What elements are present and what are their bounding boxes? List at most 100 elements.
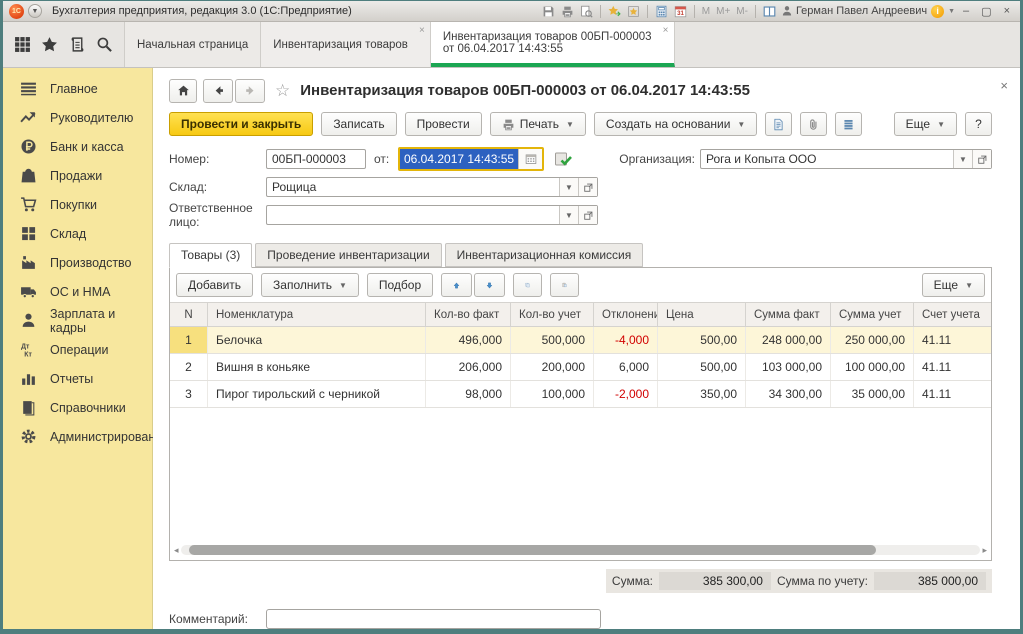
post-and-close-button[interactable]: Провести и закрыть [169,112,313,136]
date-input[interactable]: 06.04.2017 14:43:55 [398,147,544,171]
minimize-button[interactable]: – [959,5,973,17]
cell-price[interactable]: 350,00 [658,381,746,407]
tab-goods[interactable]: Товары (3) [169,243,252,268]
back-button[interactable] [203,79,233,103]
fill-button[interactable]: Заполнить▼ [261,273,359,297]
sidebar-item-production[interactable]: Производство [3,248,152,277]
sidebar-item-os-nma[interactable]: ОС и НМА [3,277,152,306]
chevron-down-icon[interactable]: ▼ [559,206,578,224]
open-link-icon[interactable] [972,150,991,168]
tab-inventory-document[interactable]: Инвентаризация товаров 00БП-000003 от 06… [431,22,675,67]
close-button[interactable]: × [1000,5,1014,17]
cell-qty-accounting[interactable]: 100,000 [511,381,594,407]
warehouse-combo[interactable]: Рощица ▼ [266,177,598,197]
memory-m-plus-button[interactable]: M+ [715,6,731,17]
sidebar-item-salary-hr[interactable]: Зарплата и кадры [3,306,152,335]
cell-sum-accounting[interactable]: 35 000,00 [831,381,914,407]
info-icon[interactable]: i [931,5,944,18]
sidebar-item-main[interactable]: Главное [3,74,152,103]
related-documents-button[interactable] [835,112,862,136]
column-header-price[interactable]: Цена [658,303,746,326]
cell-price[interactable]: 500,00 [658,327,746,353]
pick-button[interactable]: Подбор [367,273,433,297]
help-button[interactable]: ? [965,112,992,136]
history-icon[interactable] [69,36,86,53]
cell-deviation[interactable]: -4,000 [594,327,658,353]
post-button[interactable]: Провести [405,112,482,136]
sidebar-item-sales[interactable]: Продажи [3,161,152,190]
table-more-button[interactable]: Еще▼ [922,273,985,297]
column-header-sum-fact[interactable]: Сумма факт [746,303,831,326]
cell-nomenclature[interactable]: Пирог тирольский с черникой [208,381,426,407]
sidebar-item-directories[interactable]: Справочники [3,393,152,422]
table-row[interactable]: 2 Вишня в коньяке 206,000 200,000 6,000 … [170,354,991,381]
home-button[interactable] [169,79,197,103]
organization-combo[interactable]: Рога и Копыта ООО ▼ [700,149,992,169]
close-tab-icon[interactable]: × [419,25,425,36]
more-button[interactable]: Еще▼ [894,112,957,136]
calculator-icon[interactable] [654,4,669,18]
functions-menu-icon[interactable] [14,36,31,53]
cell-qty-fact[interactable]: 496,000 [426,327,511,353]
inventory-list-button[interactable] [765,112,792,136]
open-link-icon[interactable] [578,206,597,224]
scroll-left-icon[interactable]: ◂ [174,545,179,555]
form-close-icon[interactable]: × [1000,78,1008,93]
forward-button[interactable] [235,79,265,103]
write-button[interactable]: Записать [321,112,396,136]
cell-sum-accounting[interactable]: 100 000,00 [831,354,914,380]
scroll-right-icon[interactable]: ▸ [982,545,987,555]
column-header-deviation[interactable]: Отклонение [594,303,658,326]
sidebar-item-purchases[interactable]: Покупки [3,190,152,219]
add-row-button[interactable]: Добавить [176,273,253,297]
cell-account[interactable]: 41.11 [914,327,991,353]
cell-qty-fact[interactable]: 206,000 [426,354,511,380]
column-header-nomenclature[interactable]: Номенклатура [208,303,426,326]
tab-inventory-list[interactable]: Инвентаризация товаров × [261,22,431,67]
sidebar-item-administration[interactable]: Администрирование [3,422,152,451]
cell-deviation[interactable]: 6,000 [594,354,658,380]
paste-button[interactable] [550,273,579,297]
favorite-star-icon[interactable]: ☆ [275,81,290,101]
maximize-button[interactable]: ▢ [977,5,995,18]
cell-nomenclature[interactable]: Вишня в коньяке [208,354,426,380]
cell-sum-fact[interactable]: 103 000,00 [746,354,831,380]
favorites-go-icon[interactable] [607,4,622,18]
cell-sum-fact[interactable]: 34 300,00 [746,381,831,407]
column-header-qty-accounting[interactable]: Кол-во учет [511,303,594,326]
horizontal-scrollbar[interactable]: ◂ ▸ [174,543,987,557]
column-header-n[interactable]: N [170,303,208,326]
sidebar-item-operations[interactable]: ДтКтОперации [3,335,152,364]
tab-inventory-carrying[interactable]: Проведение инвентаризации [255,243,441,267]
comment-input[interactable] [266,609,601,629]
scrollbar-track[interactable] [181,545,981,555]
cell-qty-accounting[interactable]: 500,000 [511,327,594,353]
move-down-button[interactable] [474,273,505,297]
move-up-button[interactable] [441,273,472,297]
chevron-down-icon[interactable]: ▼ [948,8,955,15]
memory-m-minus-button[interactable]: M- [735,6,749,17]
cell-account[interactable]: 41.11 [914,354,991,380]
responsible-person-combo[interactable]: ▼ [266,205,598,225]
print-button[interactable]: Печать▼ [490,112,586,136]
print-preview-icon[interactable] [579,4,594,18]
cell-nomenclature[interactable]: Белочка [208,327,426,353]
search-icon[interactable] [96,36,113,53]
tab-inventory-commission[interactable]: Инвентаризационная комиссия [445,243,644,267]
save-icon[interactable] [541,4,556,18]
favorites-add-icon[interactable] [626,4,641,18]
create-based-on-button[interactable]: Создать на основании▼ [594,112,757,136]
scrollbar-thumb[interactable] [189,545,877,555]
number-input[interactable]: 00БП-000003 [266,149,366,169]
cell-qty-accounting[interactable]: 200,000 [511,354,594,380]
sidebar-item-bank-cash[interactable]: Банк и касса [3,132,152,161]
column-header-account[interactable]: Счет учета [914,303,991,326]
chevron-down-icon[interactable]: ▼ [559,178,578,196]
cell-deviation[interactable]: -2,000 [594,381,658,407]
cell-account[interactable]: 41.11 [914,381,991,407]
main-menu-button[interactable]: ▼ [28,4,42,18]
attachments-button[interactable] [800,112,827,136]
open-link-icon[interactable] [578,178,597,196]
cell-qty-fact[interactable]: 98,000 [426,381,511,407]
close-tab-icon[interactable]: × [663,25,669,36]
